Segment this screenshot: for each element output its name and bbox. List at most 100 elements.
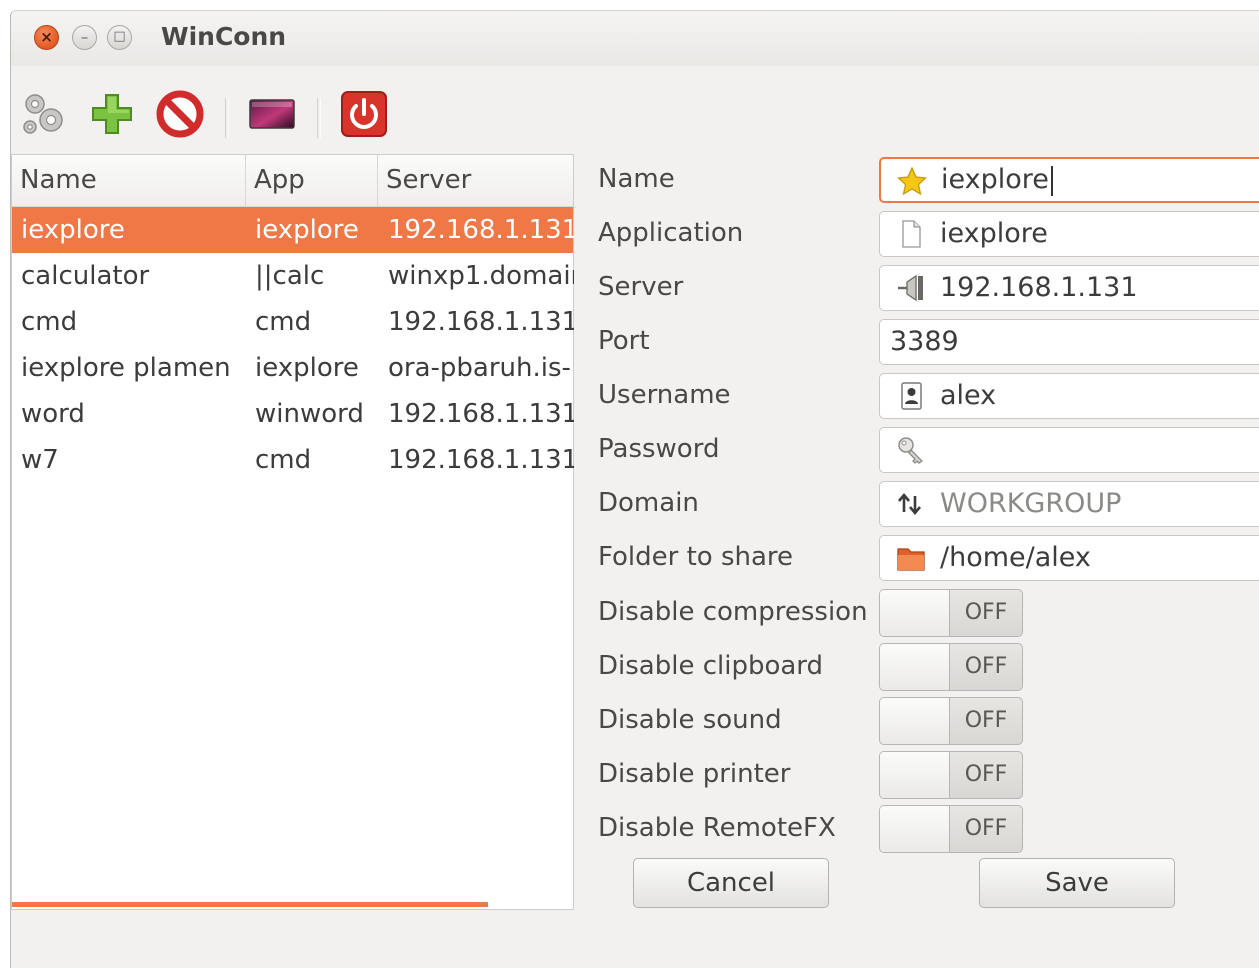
password-input[interactable]	[879, 427, 1259, 473]
minimize-window-button[interactable]: –	[72, 25, 97, 50]
close-window-button[interactable]: ×	[34, 25, 59, 50]
arrows-icon	[898, 492, 921, 516]
star-icon	[897, 167, 927, 195]
label-port: Port	[598, 326, 650, 356]
switch-state: OFF	[964, 654, 1008, 679]
column-header-name[interactable]: Name	[12, 155, 246, 206]
row-name: iexplore	[21, 215, 125, 245]
label-disable-clipboard: Disable clipboard	[598, 651, 824, 681]
row-name: w7	[21, 445, 59, 475]
row-app: iexplore	[255, 215, 359, 245]
window-title: WinConn	[161, 22, 287, 51]
row-name: iexplore plamen	[21, 353, 231, 383]
username-value: alex	[940, 380, 997, 411]
app-window: × – □ WinConn Name App Server iexplore i…	[10, 10, 1259, 968]
switch-knob[interactable]	[880, 806, 950, 852]
quit-button[interactable]	[337, 88, 391, 140]
toolbar	[11, 66, 1259, 154]
list-item[interactable]: cmd cmd 192.168.1.131	[12, 299, 574, 345]
port-value: 3389	[890, 326, 959, 357]
list-item[interactable]: iexplore plamen iexplore ora-pbaruh.is-	[12, 345, 573, 391]
label-application: Application	[598, 218, 744, 248]
screen-icon	[249, 99, 295, 129]
horizontal-scrollbar[interactable]	[12, 902, 488, 907]
document-icon	[902, 220, 921, 248]
column-header-app[interactable]: App	[246, 155, 378, 206]
folder-value: /home/alex	[940, 542, 1091, 573]
label-password: Password	[598, 434, 720, 464]
label-username: Username	[598, 380, 731, 410]
label-disable-sound: Disable sound	[598, 705, 782, 735]
switch-knob[interactable]	[880, 590, 950, 636]
application-value: iexplore	[940, 218, 1048, 249]
server-input[interactable]: 192.168.1.131	[879, 265, 1259, 311]
port-input[interactable]: 3389	[879, 319, 1259, 365]
disable-printer-switch[interactable]: OFF	[879, 751, 1023, 799]
switch-state: OFF	[964, 762, 1008, 787]
row-app: ||calc	[255, 261, 325, 291]
cancel-button[interactable]: Cancel	[633, 858, 829, 908]
no-entry-icon	[156, 90, 204, 138]
plus-icon	[92, 94, 132, 134]
row-server: 192.168.1.131	[388, 215, 574, 245]
disable-clipboard-switch[interactable]: OFF	[879, 643, 1023, 691]
list-item[interactable]: word winword 192.168.1.131	[12, 391, 574, 437]
folder-icon	[897, 548, 925, 571]
network-plug-icon	[898, 274, 923, 302]
launch-connection-button[interactable]	[245, 88, 299, 140]
switch-knob[interactable]	[880, 698, 950, 744]
text-caret	[1050, 165, 1053, 196]
user-card-icon	[901, 382, 922, 410]
folder-input[interactable]: /home/alex	[879, 535, 1259, 581]
domain-input[interactable]: WORKGROUP	[879, 481, 1259, 527]
list-item-selected[interactable]: iexplore iexplore 192.168.1.131	[12, 207, 574, 253]
toolbar-separator	[317, 98, 321, 138]
key-icon	[898, 437, 924, 464]
delete-connection-button[interactable]	[153, 88, 207, 140]
name-input[interactable]: iexplore	[879, 157, 1259, 203]
connection-list[interactable]: Name App Server iexplore iexplore 192.16…	[11, 154, 574, 910]
switch-state: OFF	[964, 600, 1008, 625]
row-app: winword	[255, 399, 364, 429]
disable-compression-switch[interactable]: OFF	[879, 589, 1023, 637]
row-server: 192.168.1.131	[388, 399, 574, 429]
row-server: 192.168.1.131	[388, 445, 574, 475]
label-domain: Domain	[598, 488, 699, 518]
settings-button[interactable]	[17, 88, 71, 140]
list-header: Name App Server	[12, 155, 573, 207]
label-disable-compression: Disable compression	[598, 597, 868, 627]
list-item[interactable]: calculator ||calc winxp1.domain	[12, 253, 574, 299]
label-disable-remotefx: Disable RemoteFX	[598, 813, 836, 843]
label-disable-printer: Disable printer	[598, 759, 791, 789]
server-value: 192.168.1.131	[940, 272, 1138, 303]
disable-sound-switch[interactable]: OFF	[879, 697, 1023, 745]
column-header-server[interactable]: Server	[378, 155, 575, 206]
row-app: cmd	[255, 445, 312, 475]
row-server: ora-pbaruh.is-	[388, 353, 571, 383]
maximize-window-button[interactable]: □	[107, 25, 132, 50]
label-name: Name	[598, 164, 675, 194]
row-name: word	[21, 399, 85, 429]
add-connection-button[interactable]	[85, 88, 139, 140]
switch-state: OFF	[964, 708, 1008, 733]
list-item[interactable]: w7 cmd 192.168.1.131	[12, 437, 574, 483]
row-app: cmd	[255, 307, 312, 337]
gears-icon	[23, 94, 63, 134]
disable-remotefx-switch[interactable]: OFF	[879, 805, 1023, 853]
toolbar-separator	[225, 98, 229, 138]
name-value: iexplore	[941, 164, 1049, 195]
row-server: winxp1.domain	[388, 261, 574, 291]
title-bar[interactable]: × – □ WinConn	[11, 11, 1259, 66]
application-input[interactable]: iexplore	[879, 211, 1259, 257]
label-folder: Folder to share	[598, 542, 794, 572]
switch-knob[interactable]	[880, 644, 950, 690]
row-server: 192.168.1.131	[388, 307, 574, 337]
domain-placeholder: WORKGROUP	[940, 488, 1122, 519]
row-name: cmd	[21, 307, 78, 337]
power-icon	[341, 91, 387, 137]
username-input[interactable]: alex	[879, 373, 1259, 419]
switch-state: OFF	[964, 816, 1008, 841]
switch-knob[interactable]	[880, 752, 950, 798]
row-app: iexplore	[255, 353, 359, 383]
save-button[interactable]: Save	[979, 858, 1175, 908]
